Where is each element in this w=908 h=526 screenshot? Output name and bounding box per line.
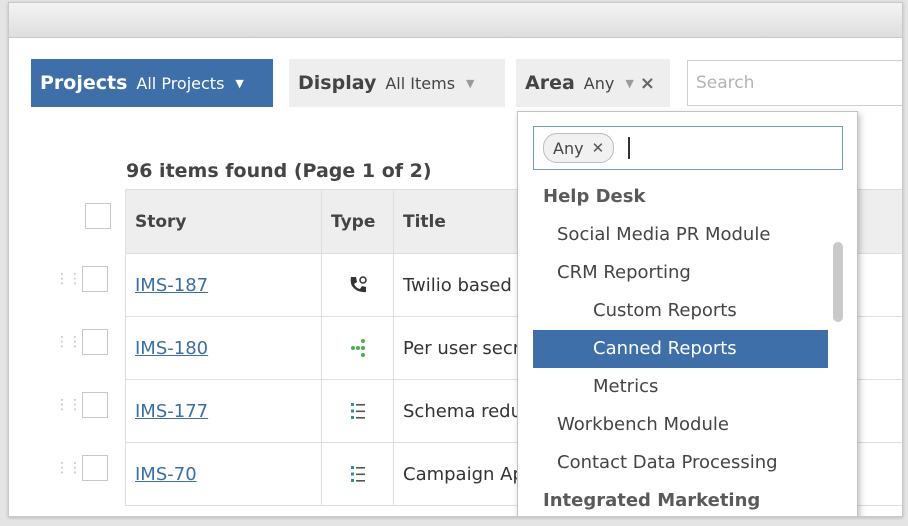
chevron-down-icon: ▼ — [466, 76, 475, 90]
story-link[interactable]: IMS-180 — [135, 338, 208, 359]
area-option-social-media-pr-module[interactable]: Social Media PR Module — [533, 216, 828, 254]
row-checkbox[interactable] — [82, 392, 108, 418]
phone-call-icon — [350, 276, 367, 293]
story-link[interactable]: IMS-177 — [135, 401, 208, 422]
chip-label: Any — [553, 138, 584, 158]
area-dropdown: Any ✕ Help Desk Social Media PR Module C… — [517, 111, 858, 516]
row-controls: ⋮⋮ — [55, 453, 108, 483]
drag-handle-icon[interactable]: ⋮⋮ — [55, 460, 82, 476]
chevron-down-icon: ▼ — [235, 76, 244, 90]
search-input[interactable] — [687, 60, 902, 106]
display-filter-value: All Items — [385, 73, 456, 93]
selected-area-chip: Any ✕ — [543, 133, 615, 163]
drag-handle-icon[interactable]: ⋮⋮ — [55, 271, 82, 287]
display-filter[interactable]: Display All Items ▼ — [289, 59, 505, 107]
drag-handle-icon[interactable]: ⋮⋮ — [55, 334, 82, 350]
story-link[interactable]: IMS-70 — [135, 464, 197, 485]
title-bar — [9, 3, 902, 38]
story-cell: IMS-187 — [125, 253, 322, 317]
area-tag-input[interactable]: Any ✕ — [533, 126, 843, 170]
clear-filter-icon[interactable]: × — [640, 73, 655, 94]
text-cursor — [628, 137, 631, 159]
remove-chip-icon[interactable]: ✕ — [592, 139, 605, 157]
story-cell: IMS-177 — [125, 379, 322, 443]
area-group-help-desk: Help Desk — [543, 186, 646, 207]
list-icon — [350, 466, 365, 482]
area-option-workbench-module[interactable]: Workbench Module — [533, 406, 828, 444]
type-cell — [321, 253, 394, 317]
row-checkbox[interactable] — [82, 329, 108, 355]
type-cell — [321, 442, 394, 506]
area-option-custom-reports[interactable]: Custom Reports — [533, 292, 828, 330]
row-checkbox[interactable] — [82, 455, 108, 481]
story-link[interactable]: IMS-187 — [135, 275, 208, 296]
projects-filter-value: All Projects — [136, 73, 225, 93]
area-group-integrated-marketing: Integrated Marketing — [543, 490, 761, 511]
list-icon — [350, 403, 365, 419]
column-header-story[interactable]: Story — [125, 189, 322, 254]
app-window: Projects All Projects ▼ Display All Item… — [8, 2, 903, 517]
projects-filter-label: Projects — [40, 72, 128, 94]
area-option-contact-data-processing[interactable]: Contact Data Processing — [533, 444, 828, 482]
area-options-list: Help Desk Social Media PR Module CRM Rep… — [533, 178, 828, 516]
scrollbar-thumb[interactable] — [833, 242, 843, 322]
area-option-canned-reports[interactable]: Canned Reports — [533, 330, 828, 368]
area-filter-label: Area — [525, 72, 575, 94]
row-controls: ⋮⋮ — [55, 327, 108, 357]
display-filter-label: Display — [298, 72, 377, 94]
type-cell — [321, 316, 394, 380]
column-header-type[interactable]: Type — [321, 189, 394, 254]
projects-filter[interactable]: Projects All Projects ▼ — [31, 59, 273, 107]
area-option-crm-reporting[interactable]: CRM Reporting — [533, 254, 828, 292]
area-filter-value: Any — [583, 73, 615, 93]
area-option-metrics[interactable]: Metrics — [533, 368, 828, 406]
story-cell: IMS-180 — [125, 316, 322, 380]
results-count: 96 items found (Page 1 of 2) — [126, 160, 432, 182]
row-controls: ⋮⋮ — [55, 264, 108, 294]
story-cell: IMS-70 — [125, 442, 322, 506]
row-checkbox[interactable] — [82, 266, 108, 292]
dot-network-icon — [350, 339, 365, 357]
chevron-down-icon: ▼ — [625, 76, 634, 90]
dropdown-scrollbar[interactable] — [831, 170, 845, 516]
area-filter[interactable]: Area Any ▼ × — [516, 59, 670, 107]
drag-handle-icon[interactable]: ⋮⋮ — [55, 397, 82, 413]
select-all-checkbox[interactable] — [85, 203, 111, 229]
row-controls: ⋮⋮ — [55, 390, 108, 420]
type-cell — [321, 379, 394, 443]
